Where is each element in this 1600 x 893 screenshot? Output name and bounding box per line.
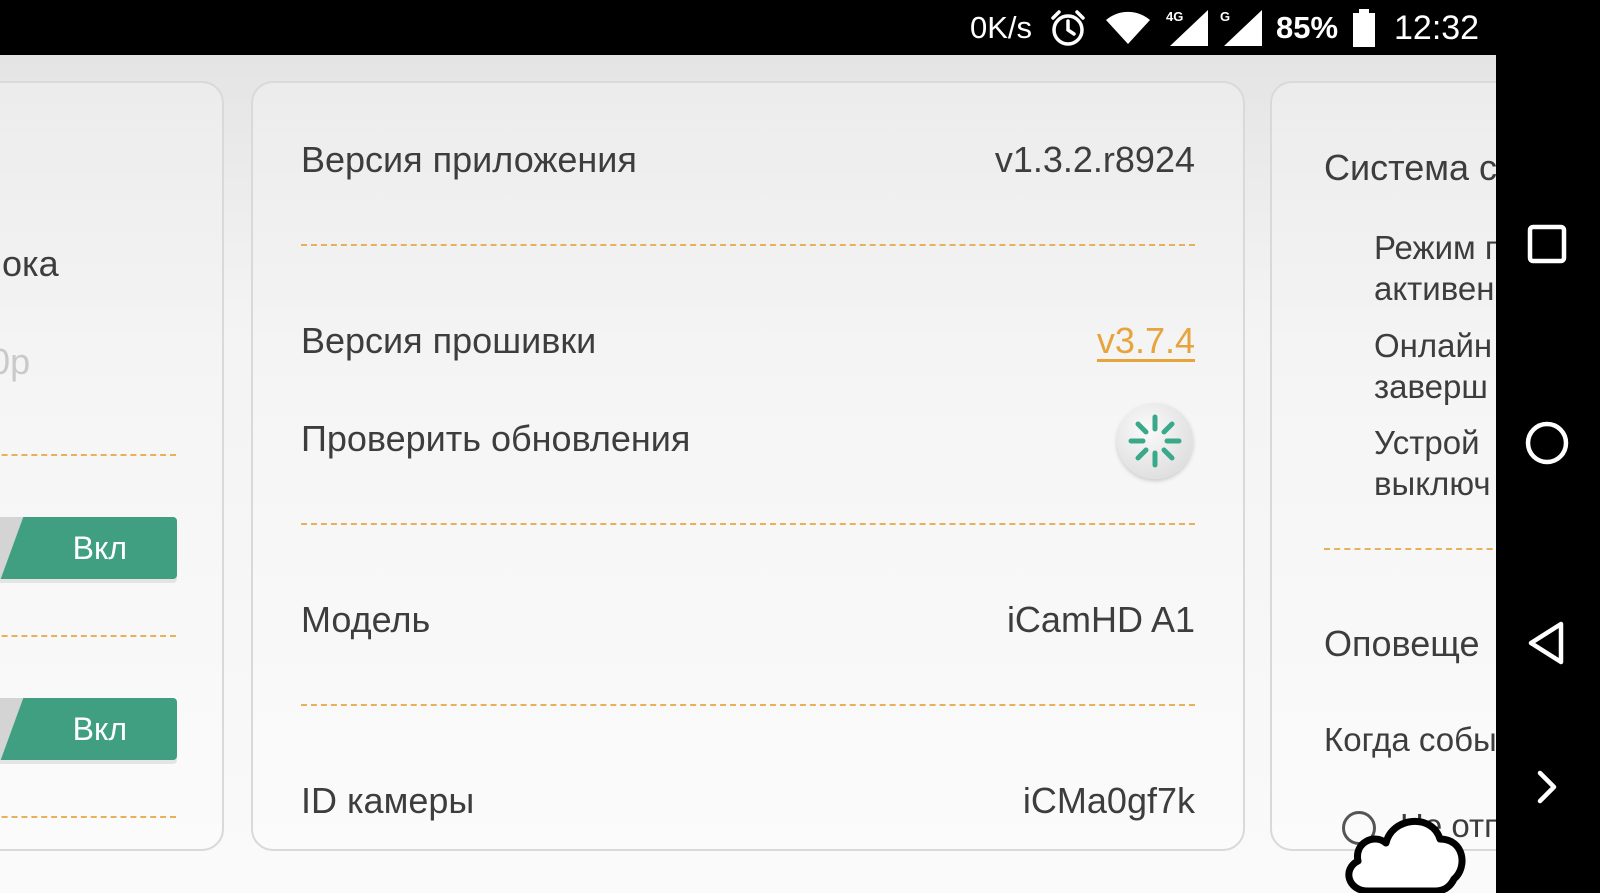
signal-g-icon: G (1218, 6, 1264, 50)
cloud-icon[interactable] (1340, 803, 1470, 893)
divider (0, 454, 176, 456)
back-icon[interactable] (1514, 610, 1580, 676)
divider (301, 704, 1195, 706)
battery-percent: 85% (1276, 10, 1339, 45)
toggle-switch-on[interactable]: Вкл (0, 517, 177, 579)
alarm-clock-icon (1048, 6, 1088, 50)
check-updates-button[interactable] (1117, 403, 1193, 479)
device-info-card: Версия приложения v1.3.2.r8924 Версия пр… (251, 81, 1245, 851)
battery-icon (1352, 6, 1376, 50)
wifi-icon (1104, 6, 1152, 50)
signal-4g-icon: 4G (1164, 6, 1210, 50)
setting-item[interactable]: Онлайн заверш (1374, 325, 1492, 407)
settings-screen: ока 720p Вкл Вкл Версия приложения v1.3.… (0, 55, 1496, 893)
divider (301, 244, 1195, 246)
notifications-section-title: Оповеще (1324, 623, 1480, 664)
firmware-version-link[interactable]: v3.7.4 (1097, 320, 1195, 362)
setting-item[interactable]: Режим п активен (1374, 227, 1496, 309)
notifications-subtitle: Когда собы (1324, 721, 1496, 758)
system-settings-card: Система с Режим п активен Онлайн заверш … (1270, 81, 1496, 851)
clock: 12:32 (1394, 8, 1480, 47)
setting-item-line: Устрой (1374, 424, 1480, 461)
setting-item-line: активен (1374, 270, 1495, 307)
app-version-label: Версия приложения (301, 139, 637, 180)
network-type-label: G (1220, 9, 1230, 24)
home-icon[interactable] (1514, 410, 1580, 476)
navigation-bar (1496, 0, 1600, 893)
camera-id-value: iCMa0gf7k (1022, 780, 1195, 821)
toggle-label: Вкл (72, 529, 127, 566)
expand-chevron-icon[interactable] (1514, 754, 1580, 820)
toggle-label: Вкл (72, 710, 127, 747)
setting-item-line: заверш (1374, 368, 1488, 405)
status-bar: 0K/s 4G G 85% 12:32 (0, 0, 1496, 55)
divider (1324, 548, 1496, 550)
model-value: iCamHD A1 (1006, 599, 1195, 640)
setting-item-line: выключ (1374, 465, 1491, 502)
firmware-version-label: Версия прошивки (301, 320, 597, 361)
resolution-label: 720p (0, 341, 31, 382)
setting-item[interactable]: Устрой выключ (1374, 422, 1491, 504)
model-label: Модель (301, 599, 431, 640)
left-settings-card: ока 720p Вкл Вкл (0, 81, 224, 851)
app-version-value: v1.3.2.r8924 (994, 139, 1195, 180)
recent-apps-icon[interactable] (1514, 211, 1580, 277)
toggle-switch-on[interactable]: Вкл (0, 698, 177, 760)
divider (0, 635, 176, 637)
refresh-spinner-icon (1128, 414, 1182, 468)
system-section-title: Система с (1324, 147, 1496, 188)
network-type-label: 4G (1166, 9, 1183, 24)
setting-item-line: Онлайн (1374, 327, 1493, 364)
divider (0, 816, 176, 818)
net-speed: 0K/s (970, 10, 1033, 45)
check-updates-label: Проверить обновления (301, 418, 691, 459)
camera-id-label: ID камеры (301, 780, 475, 821)
divider (301, 523, 1195, 525)
setting-item-line: Режим п (1374, 229, 1496, 266)
left-card-heading: ока (2, 243, 59, 284)
